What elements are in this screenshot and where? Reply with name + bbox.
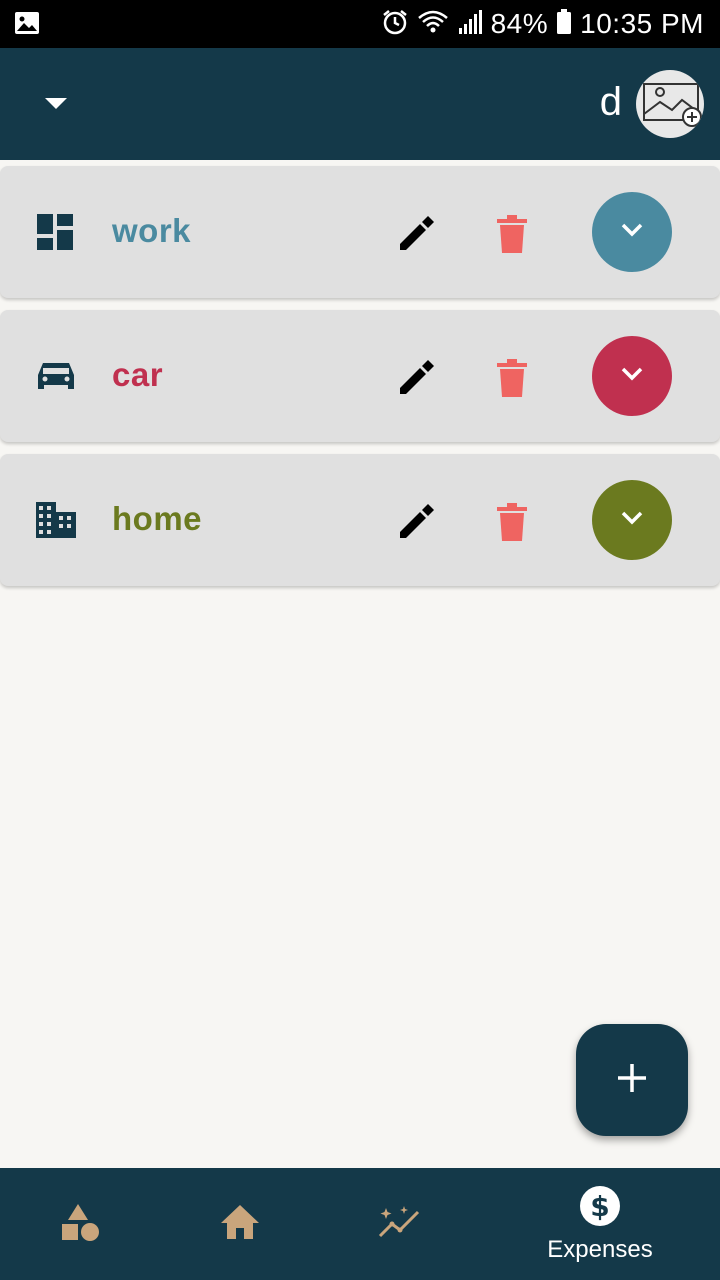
- status-bar: 84% 10:35 PM: [0, 0, 720, 48]
- user-initial: d: [599, 80, 622, 124]
- app-bar: d: [0, 48, 720, 160]
- pencil-icon[interactable]: [392, 498, 440, 546]
- expand-button[interactable]: [592, 336, 672, 416]
- nav-item-expenses[interactable]: $ Expenses: [540, 1168, 660, 1280]
- category-card-car[interactable]: car: [0, 310, 720, 442]
- trash-icon[interactable]: [488, 498, 536, 546]
- nav-label-expenses: Expenses: [547, 1235, 653, 1263]
- bottom-navigation: $ Expenses: [0, 1168, 720, 1280]
- chevron-down-icon: [620, 222, 644, 243]
- pencil-icon[interactable]: [392, 354, 440, 402]
- svg-text:$: $: [590, 1190, 609, 1223]
- home-icon: [219, 1203, 261, 1246]
- image-icon: [14, 11, 40, 42]
- trash-icon[interactable]: [488, 210, 536, 258]
- nav-item-shapes[interactable]: [20, 1168, 140, 1280]
- chevron-down-icon: [620, 366, 644, 387]
- add-photo-icon[interactable]: [636, 70, 704, 138]
- chevron-down-icon: [620, 510, 644, 531]
- nav-item-home[interactable]: [180, 1168, 300, 1280]
- battery-percent: 84%: [490, 8, 549, 39]
- category-label: car: [112, 356, 164, 393]
- nav-item-insights[interactable]: [340, 1168, 460, 1280]
- dollar-icon: $: [579, 1185, 621, 1232]
- dropdown-arrow-icon[interactable]: [36, 84, 76, 124]
- car-icon: [34, 356, 78, 396]
- expand-button[interactable]: [592, 480, 672, 560]
- wifi-icon: [417, 8, 449, 41]
- category-card-home[interactable]: home: [0, 454, 720, 586]
- insights-icon: [378, 1204, 422, 1245]
- expand-button[interactable]: [592, 192, 672, 272]
- battery-icon: [556, 8, 572, 41]
- add-category-button[interactable]: [576, 1024, 688, 1136]
- clock: 10:35 PM: [580, 8, 704, 39]
- dashboard-icon: [34, 212, 78, 252]
- shapes-icon: [60, 1202, 100, 1247]
- building-icon: [34, 500, 78, 540]
- category-label: work: [112, 212, 192, 249]
- alarm-icon: [381, 8, 409, 41]
- pencil-icon[interactable]: [392, 210, 440, 258]
- plus-icon: [616, 1062, 648, 1099]
- category-label: home: [112, 500, 203, 537]
- trash-icon[interactable]: [488, 354, 536, 402]
- signal-icon: [457, 8, 483, 41]
- category-card-work[interactable]: work: [0, 166, 720, 298]
